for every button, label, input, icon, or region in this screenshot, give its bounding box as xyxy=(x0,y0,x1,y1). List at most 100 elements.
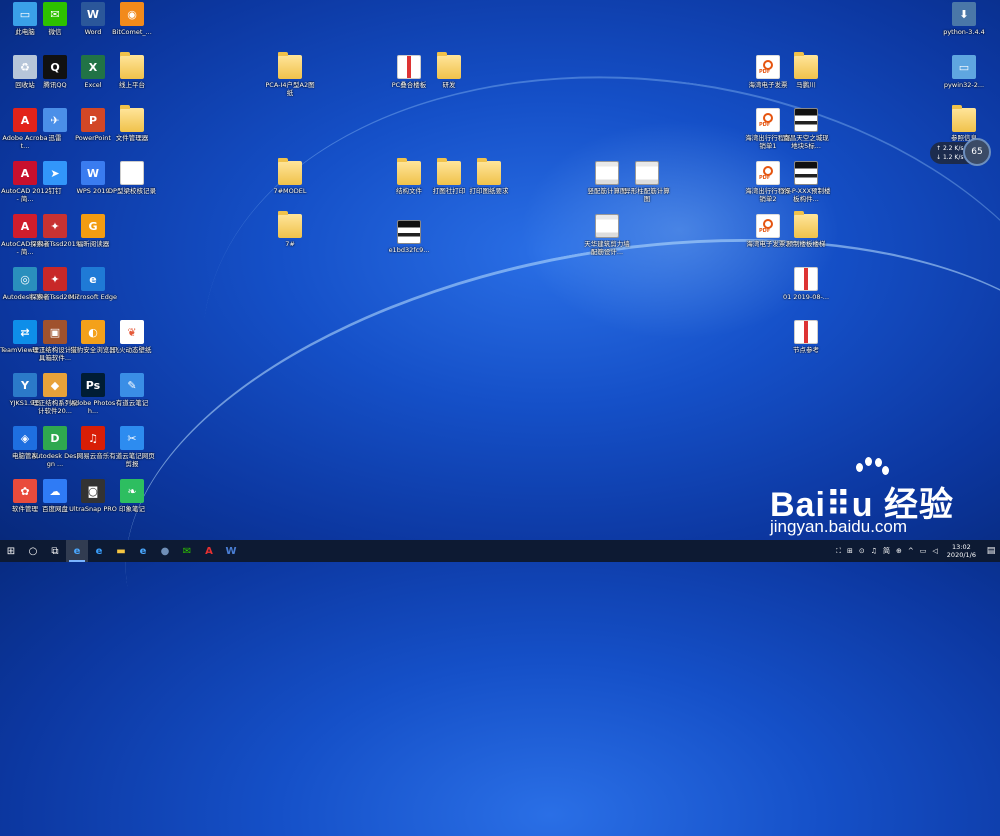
app-glyph-icon: ▭ xyxy=(958,60,970,74)
app-glyph-icon: Ps xyxy=(85,378,101,392)
tray-icon-grid[interactable]: ⊞ xyxy=(844,547,856,555)
start-button[interactable]: ⊞ xyxy=(0,540,22,562)
folder-icon xyxy=(794,211,818,238)
desktop-icon[interactable]: 线上平台 xyxy=(107,52,157,89)
volume-icon[interactable]: ◁ xyxy=(929,547,940,555)
app-icon: ✎ xyxy=(120,373,144,397)
tray-icon-screen[interactable]: ⛶ xyxy=(833,547,844,556)
desktop-icon[interactable]: 马鹏川 xyxy=(781,52,831,89)
network-speed-widget[interactable]: ↑ 2.2 K/s ↓ 1.2 K/s 65 xyxy=(930,138,991,166)
task-view-button[interactable]: ⧉ xyxy=(44,540,66,562)
app-glyph-icon: W xyxy=(86,166,100,180)
taskbar-ie2[interactable]: e xyxy=(132,540,154,562)
taskbar-explorer[interactable]: ▬ xyxy=(110,540,132,562)
desktop-icon[interactable]: ◉ BitComet_... xyxy=(107,2,157,36)
desktop-icon[interactable]: 参照信息 xyxy=(939,105,989,142)
taskbar-edge[interactable]: e xyxy=(88,540,110,562)
desktop-icon[interactable]: 天华建筑剪力墙配筋设计... xyxy=(582,214,632,256)
desktop-icon-label: 7# xyxy=(285,240,295,248)
desktop-icon-label: 异形柱配筋计算图 xyxy=(624,187,670,203)
desktop-icon[interactable]: ⬇ python-3.4.4 xyxy=(939,2,989,36)
desktop-icon[interactable]: 打印图纸要求 xyxy=(464,158,514,195)
desktop-icon[interactable]: 异形柱配筋计算图 xyxy=(622,161,672,203)
desktop-icon[interactable]: 南昌天空之城现地块5标... xyxy=(781,108,831,150)
ime-indicator[interactable]: 简 xyxy=(880,546,893,556)
desktop-icon[interactable]: YS-P-XXX预制楼板构件... xyxy=(781,161,831,203)
app-icon: ◉ xyxy=(120,2,144,26)
download-unit: K/s xyxy=(954,154,964,161)
system-tray: ⛶ ⊞ ⊙ ♫ 简 ⊕ ^ ▭ ◁ 13:02 2020/1/6 ▤ xyxy=(833,540,1000,562)
desktop-icon-label: 01 2019-08-... xyxy=(782,293,830,301)
folder-icon xyxy=(278,211,302,238)
desktop-icon[interactable]: e Microsoft Edge xyxy=(68,267,118,301)
desktop-icon-label: 线上平台 xyxy=(119,81,145,89)
desktop-icon[interactable]: ✎ 有道云笔记 xyxy=(107,373,157,407)
app-icon: ✦ xyxy=(43,214,67,238)
desktop-icon[interactable]: 01 2019-08-... xyxy=(781,267,831,301)
desktop-icon[interactable]: 预制楼板楼梯 xyxy=(781,211,831,248)
taskbar-autocad[interactable]: A xyxy=(198,540,220,562)
desktop-icon-label: 飞火动态壁纸 xyxy=(112,346,152,354)
desktop-icon[interactable]: 研发 xyxy=(424,52,474,89)
desktop-icon-label: BitComet_... xyxy=(112,28,152,36)
app-icon: D xyxy=(43,426,67,450)
desktop-icon[interactable]: ❦ 飞火动态壁纸 xyxy=(107,320,157,354)
app-glyph-icon: ♫ xyxy=(88,431,98,445)
app-icon: P xyxy=(81,108,105,132)
folder-icon: ▬ xyxy=(116,545,126,557)
clock-time: 13:02 xyxy=(952,543,971,551)
tray-icon-globe[interactable]: ⊕ xyxy=(893,547,905,555)
desktop-icon[interactable]: ▭ pywin32-2... xyxy=(939,55,989,89)
taskbar-app-circle[interactable]: ● xyxy=(154,540,176,562)
taskbar-word[interactable]: W xyxy=(220,540,242,562)
cortana-icon: ○ xyxy=(28,545,38,557)
cortana-button[interactable]: ○ xyxy=(22,540,44,562)
app-glyph-icon: G xyxy=(88,219,98,233)
desktop-icon-label: 节点参考 xyxy=(793,346,819,354)
notification-center-button[interactable]: ▤ xyxy=(982,540,1000,562)
desktop-icon-label: Microsoft Edge xyxy=(68,293,117,301)
desktop-icon-label: 南昌天空之城现地块5标... xyxy=(783,134,829,150)
desktop-icon[interactable]: 7#MODEL xyxy=(265,158,315,195)
desktop-icon[interactable]: G 福昕阅读器 xyxy=(68,214,118,248)
app-icon: ⬇ xyxy=(952,2,976,26)
imgthumb2-icon xyxy=(794,267,818,291)
app-glyph-icon: ☁ xyxy=(49,484,61,498)
desktop-icon-label: 马鹏川 xyxy=(796,81,816,89)
download-speed: 1.2 xyxy=(942,154,953,161)
app-glyph-icon: ✦ xyxy=(50,219,60,233)
app-glyph-icon: ❦ xyxy=(127,325,137,339)
windows-icon: ⊞ xyxy=(6,545,16,557)
desktop-icon[interactable]: e1bd32fc9... xyxy=(384,220,434,254)
tray-icon-circle[interactable]: ⊙ xyxy=(856,547,868,555)
desktop-icon[interactable]: PCA-I4户型A2图纸 xyxy=(265,52,315,97)
app-glyph-icon: Q xyxy=(50,60,60,74)
memory-gauge[interactable]: 65 xyxy=(963,138,991,166)
taskbar-clock[interactable]: 13:02 2020/1/6 xyxy=(941,543,982,559)
desktop-icon-label: PCA-I4户型A2图纸 xyxy=(265,81,315,97)
folder-icon xyxy=(397,158,421,185)
app-icon: e xyxy=(81,267,105,291)
desktop-icon[interactable]: 文件管理器 xyxy=(107,105,157,142)
desktop-icon[interactable]: 7# xyxy=(265,211,315,248)
desktop-icon-label: 印象笔记 xyxy=(119,505,145,513)
task-view-icon: ⧉ xyxy=(51,545,59,557)
desktop-icon[interactable]: ✂ 有道云笔记网页剪报 xyxy=(107,426,157,468)
desktop-icon[interactable]: DP型梁校核记录 xyxy=(107,161,157,195)
imgthumb-icon xyxy=(794,161,818,185)
network-icon[interactable]: ▭ xyxy=(917,547,930,555)
chevron-up-icon[interactable]: ^ xyxy=(905,547,917,555)
app-icon: ◐ xyxy=(81,320,105,344)
folder-icon xyxy=(477,158,501,185)
tray-icon-music[interactable]: ♫ xyxy=(868,547,880,555)
taskbar-ie[interactable]: e xyxy=(66,540,88,562)
shot-icon xyxy=(595,214,619,238)
ie-icon: e xyxy=(139,545,147,557)
taskbar-wechat[interactable]: ✉ xyxy=(176,540,198,562)
app-icon: ❦ xyxy=(120,320,144,344)
desktop-icon[interactable]: ❧ 印象笔记 xyxy=(107,479,157,513)
autocad-icon: A xyxy=(205,545,213,557)
app-glyph-icon: ▣ xyxy=(49,325,61,339)
desktop-icon[interactable]: 节点参考 xyxy=(781,320,831,354)
folder-icon xyxy=(437,52,461,79)
